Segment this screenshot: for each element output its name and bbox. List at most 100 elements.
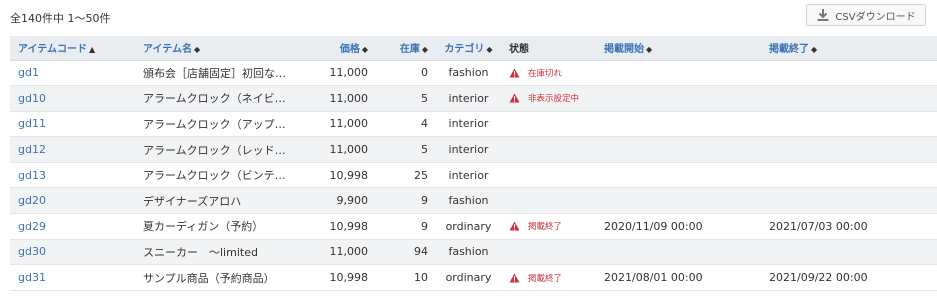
column-header-start[interactable]: 掲載開始 ◆ [596,36,761,61]
table-row[interactable]: gd13 アラームクロック（ビンテー… 10,998 25 interior [10,162,937,189]
publish-end [761,187,937,215]
item-category: interior [436,162,501,189]
table-row[interactable]: gd31 サンプル商品（予約商品） 10,998 10 ordinary 掲載終了 2021… [10,264,937,291]
item-status-cell: 在庫切れ [501,60,596,87]
status-badge: 掲載終了 [509,220,588,232]
item-price: 11,000 [301,239,376,266]
item-category: interior [436,85,501,112]
warning-icon [509,221,520,231]
publish-start: 2021/08/01 00:00 [596,264,761,291]
download-icon [817,9,829,21]
item-name: デザイナーズアロハ [135,187,301,215]
item-code-link[interactable]: gd11 [10,111,135,138]
item-stock: 9 [376,213,436,240]
table-row[interactable]: gd1 頒布会［店舗固定］初回なし… 11,000 0 fashion 在庫切れ [10,60,937,87]
column-header-status: 状態 [501,36,596,61]
item-status-cell [501,239,596,266]
warning-icon [509,273,520,283]
item-stock: 5 [376,136,436,163]
publish-start [596,187,761,215]
item-name: 頒布会［店舗固定］初回なし… [135,60,301,87]
item-category: fashion [436,239,501,266]
status-badge: 非表示設定中 [509,92,588,104]
status-text: 在庫切れ [528,68,563,79]
item-status-cell: 掲載終了 [501,213,596,240]
column-header-end[interactable]: 掲載終了 ◆ [761,36,937,61]
table-row[interactable]: gd30 スニーカー ～limited 11,000 94 fashion [10,239,937,266]
item-stock: 5 [376,85,436,112]
item-table: アイテムコード ▲ アイテム名 ◆ 価格 ◆ 在庫 ◆ カテゴリ ◆ 状態 掲載開始 ◆ 掲… [10,36,937,291]
table-row[interactable]: gd10 アラームクロック（ネイビー… 11,000 5 interior 非表示設定中 [10,85,937,112]
warning-icon [509,93,520,103]
table-row[interactable]: gd29 夏カーディガン（予約） 10,998 9 ordinary 掲載終了 2020/1… [10,213,937,240]
column-header-stock[interactable]: 在庫 ◆ [376,36,436,61]
item-stock: 4 [376,111,436,138]
column-header-code[interactable]: アイテムコード ▲ [10,36,135,61]
item-stock: 94 [376,239,436,266]
item-stock: 0 [376,60,436,87]
sort-icon: ◆ [421,45,428,55]
publish-start [596,162,761,189]
item-price: 11,000 [301,60,376,87]
item-status-cell [501,136,596,163]
publish-start [596,111,761,138]
column-header-category[interactable]: カテゴリ ◆ [436,36,501,61]
publish-start: 2020/11/09 00:00 [596,213,761,240]
item-price: 9,900 [301,187,376,215]
item-category: interior [436,111,501,138]
item-code-link[interactable]: gd12 [10,136,135,163]
column-header-name[interactable]: アイテム名 ◆ [135,36,301,61]
item-stock: 10 [376,264,436,291]
status-badge: 在庫切れ [509,67,588,79]
item-category: ordinary [436,213,501,240]
sort-icon: ◆ [811,45,818,55]
publish-start [596,85,761,112]
item-category: interior [436,136,501,163]
status-text: 掲載終了 [528,273,563,284]
publish-start [596,136,761,163]
item-status-cell: 掲載終了 [501,264,596,291]
item-code-link[interactable]: gd13 [10,162,135,189]
column-header-price[interactable]: 価格 ◆ [301,36,376,61]
item-name: アラームクロック（レッド・… [135,136,301,163]
item-name: サンプル商品（予約商品） [135,264,301,291]
item-price: 10,998 [301,213,376,240]
item-price: 10,998 [301,264,376,291]
item-code-link[interactable]: gd30 [10,239,135,266]
publish-end [761,239,937,266]
publish-end: 2021/09/22 00:00 [761,264,937,291]
status-text: 掲載終了 [528,222,563,233]
item-status-cell: 非表示設定中 [501,85,596,112]
publish-end [761,162,937,189]
publish-start [596,239,761,266]
publish-end [761,60,937,87]
table-row[interactable]: gd12 アラームクロック（レッド・… 11,000 5 interior [10,136,937,163]
publish-start [596,60,761,87]
sort-icon: ◆ [194,45,201,55]
warning-icon [509,68,520,78]
sort-icon: ◆ [646,45,653,55]
publish-end [761,111,937,138]
item-price: 11,000 [301,111,376,138]
item-name: スニーカー ～limited [135,239,301,266]
sort-icon: ◆ [486,45,493,55]
item-code-link[interactable]: gd31 [10,264,135,291]
item-status-cell [501,111,596,138]
item-category: fashion [436,187,501,215]
publish-end [761,85,937,112]
sort-icon: ◆ [361,45,368,55]
csv-download-button[interactable]: CSVダウンロード [806,4,926,26]
item-code-link[interactable]: gd10 [10,85,135,112]
item-stock: 9 [376,187,436,215]
item-status-cell [501,187,596,215]
item-category: ordinary [436,264,501,291]
item-category: fashion [436,60,501,87]
table-header: アイテムコード ▲ アイテム名 ◆ 価格 ◆ 在庫 ◆ カテゴリ ◆ 状態 掲載開始 ◆ 掲… [10,36,937,61]
item-code-link[interactable]: gd20 [10,187,135,215]
result-count: 全140件中 1〜50件 [10,12,111,25]
table-row[interactable]: gd20 デザイナーズアロハ 9,900 9 fashion [10,187,937,215]
item-code-link[interactable]: gd1 [10,60,135,87]
item-code-link[interactable]: gd29 [10,213,135,240]
table-row[interactable]: gd11 アラームクロック（アップル… 11,000 4 interior [10,111,937,138]
csv-download-label: CSVダウンロード [835,11,916,23]
